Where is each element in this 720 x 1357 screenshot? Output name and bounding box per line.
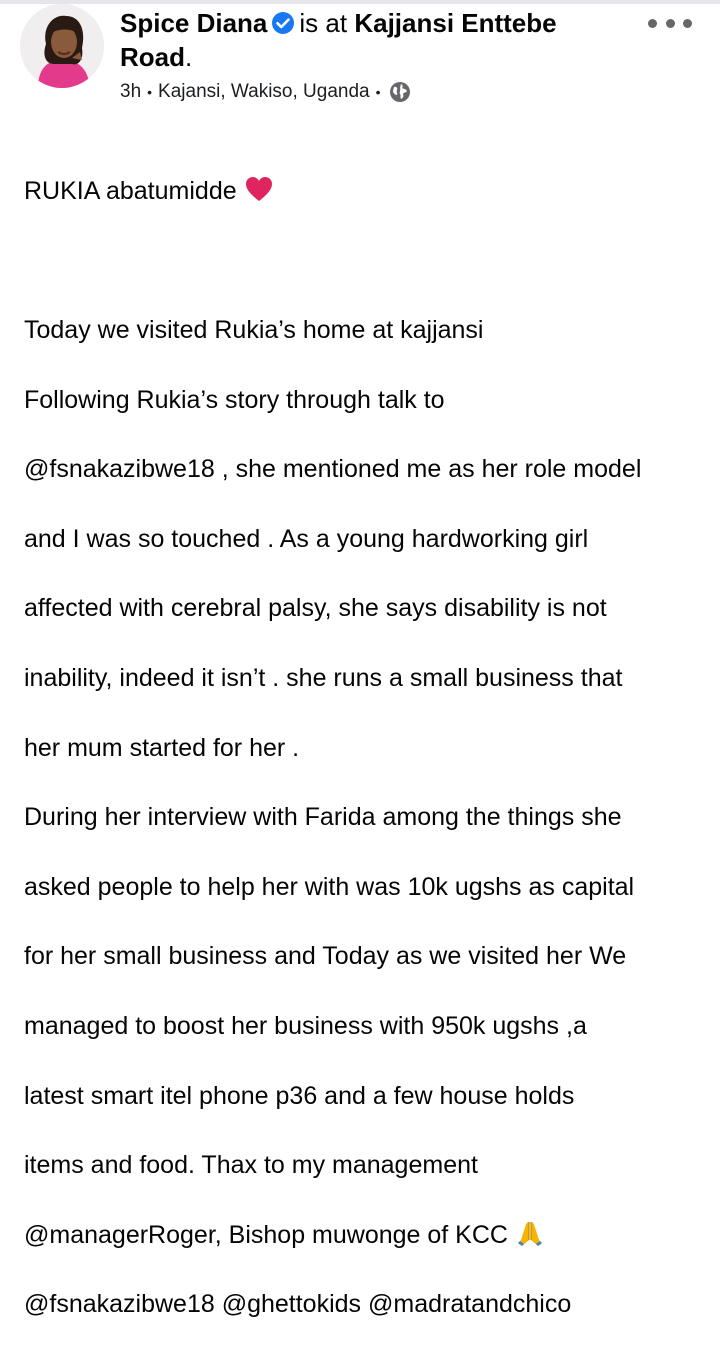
is-at-text: is at	[299, 8, 348, 38]
post-meta: 3h • Kajansi, Wakiso, Uganda •	[120, 78, 411, 106]
mention-line: @fsnakazibwe18 , she mentioned me as her…	[24, 455, 642, 484]
top-divider	[0, 0, 720, 4]
post-line: Today we visited Rukia’s home at kajjans…	[24, 315, 484, 344]
post-line: affected with cerebral palsy, she says d…	[24, 594, 607, 623]
post-line: items and food. Thax to my management	[24, 1151, 478, 1180]
post-line: her mum started for her .	[24, 733, 300, 762]
post-line-text: @managerRoger, Bishop muwonge of KCC	[24, 1220, 508, 1249]
timestamp[interactable]: 3h	[120, 78, 141, 106]
avatar-image	[20, 4, 104, 88]
more-dot	[683, 18, 692, 28]
separator-dot: •	[375, 84, 381, 100]
post-line: During her interview with Farida among t…	[24, 803, 622, 832]
red-heart-icon	[245, 176, 272, 201]
mention-line: @fsnakazibwe18 @ghettokids @madratandchi…	[24, 1290, 572, 1319]
location-punct: .	[185, 42, 193, 72]
more-dot	[648, 18, 657, 28]
globe-icon[interactable]	[389, 81, 411, 103]
verified-badge-icon	[272, 12, 295, 34]
post-body: RUKIA abatumidde Today we visited Rukia’…	[24, 139, 714, 1357]
post-line: for her small business and Today as we v…	[24, 942, 627, 971]
separator-dot: •	[147, 84, 153, 100]
more-options-icon[interactable]	[648, 8, 692, 38]
post-line: latest smart itel phone p36 and a few ho…	[24, 1081, 575, 1110]
avatar[interactable]	[20, 4, 104, 88]
location-name-line1[interactable]: Kajjansi Enttebe	[354, 8, 556, 38]
place-link[interactable]: Kajansi, Wakiso, Uganda	[158, 78, 370, 106]
folded-hands-icon	[517, 1221, 542, 1246]
post-header: Spice Diana is at Kajjansi Enttebe Road.	[120, 6, 630, 74]
author-name[interactable]: Spice Diana	[120, 8, 267, 38]
post-line: @managerRoger, Bishop muwonge of KCC	[24, 1218, 714, 1253]
post-line: RUKIA abatumidde	[24, 174, 714, 209]
post-line: Following Rukia’s story through talk to	[24, 385, 445, 414]
post-line: managed to boost her business with 950k …	[24, 1011, 587, 1040]
post-line: asked people to help her with was 10k ug…	[24, 872, 635, 901]
location-name-line2[interactable]: Road	[120, 42, 185, 72]
post-line: inability, indeed it isn’t . she runs a …	[24, 663, 623, 692]
post-line-text: RUKIA abatumidde	[24, 176, 237, 205]
more-dot	[665, 18, 675, 28]
post-line: and I was so touched . As a young hardwo…	[24, 524, 589, 553]
